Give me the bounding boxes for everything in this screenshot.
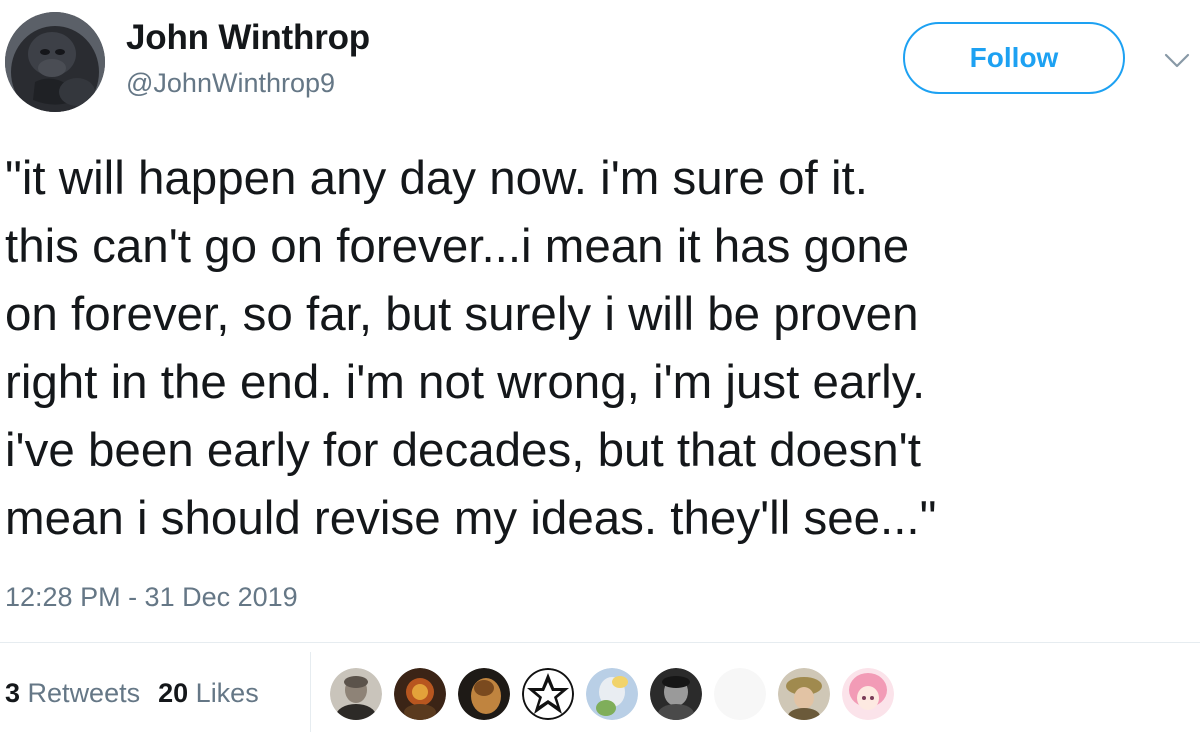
- liker-avatar[interactable]: [714, 668, 766, 720]
- tweet-timestamp[interactable]: 12:28 PM - 31 Dec 2019: [5, 582, 298, 613]
- likes-count: 20: [158, 678, 189, 708]
- liker-avatar[interactable]: [522, 668, 574, 720]
- divider: [0, 642, 1200, 643]
- user-handle[interactable]: @JohnWinthrop9: [126, 68, 335, 99]
- stats-divider: [310, 652, 311, 732]
- liker-avatar[interactable]: [394, 668, 446, 720]
- tweet-stats: 3 Retweets 20 Likes: [5, 678, 259, 709]
- profile-avatar[interactable]: [5, 12, 105, 112]
- liker-avatar[interactable]: [650, 668, 702, 720]
- tweet-text: "it will happen any day now. i'm sure of…: [5, 152, 937, 545]
- likes-stat[interactable]: 20 Likes: [158, 678, 259, 708]
- liker-avatar[interactable]: [842, 668, 894, 720]
- tweet-header: John Winthrop @JohnWinthrop9 Follow: [0, 0, 1200, 125]
- gorilla-avatar-image: [5, 12, 105, 112]
- retweets-count: 3: [5, 678, 21, 708]
- liker-avatar[interactable]: [458, 668, 510, 720]
- likes-label: Likes: [195, 678, 259, 708]
- liker-avatar[interactable]: [586, 668, 638, 720]
- liker-avatar[interactable]: [330, 668, 382, 720]
- liker-avatar[interactable]: [778, 668, 830, 720]
- display-name[interactable]: John Winthrop: [126, 18, 370, 58]
- retweets-stat[interactable]: 3 Retweets: [5, 678, 140, 708]
- follow-button[interactable]: Follow: [903, 22, 1125, 94]
- chevron-down-icon[interactable]: [1163, 50, 1191, 72]
- retweets-label: Retweets: [27, 678, 141, 708]
